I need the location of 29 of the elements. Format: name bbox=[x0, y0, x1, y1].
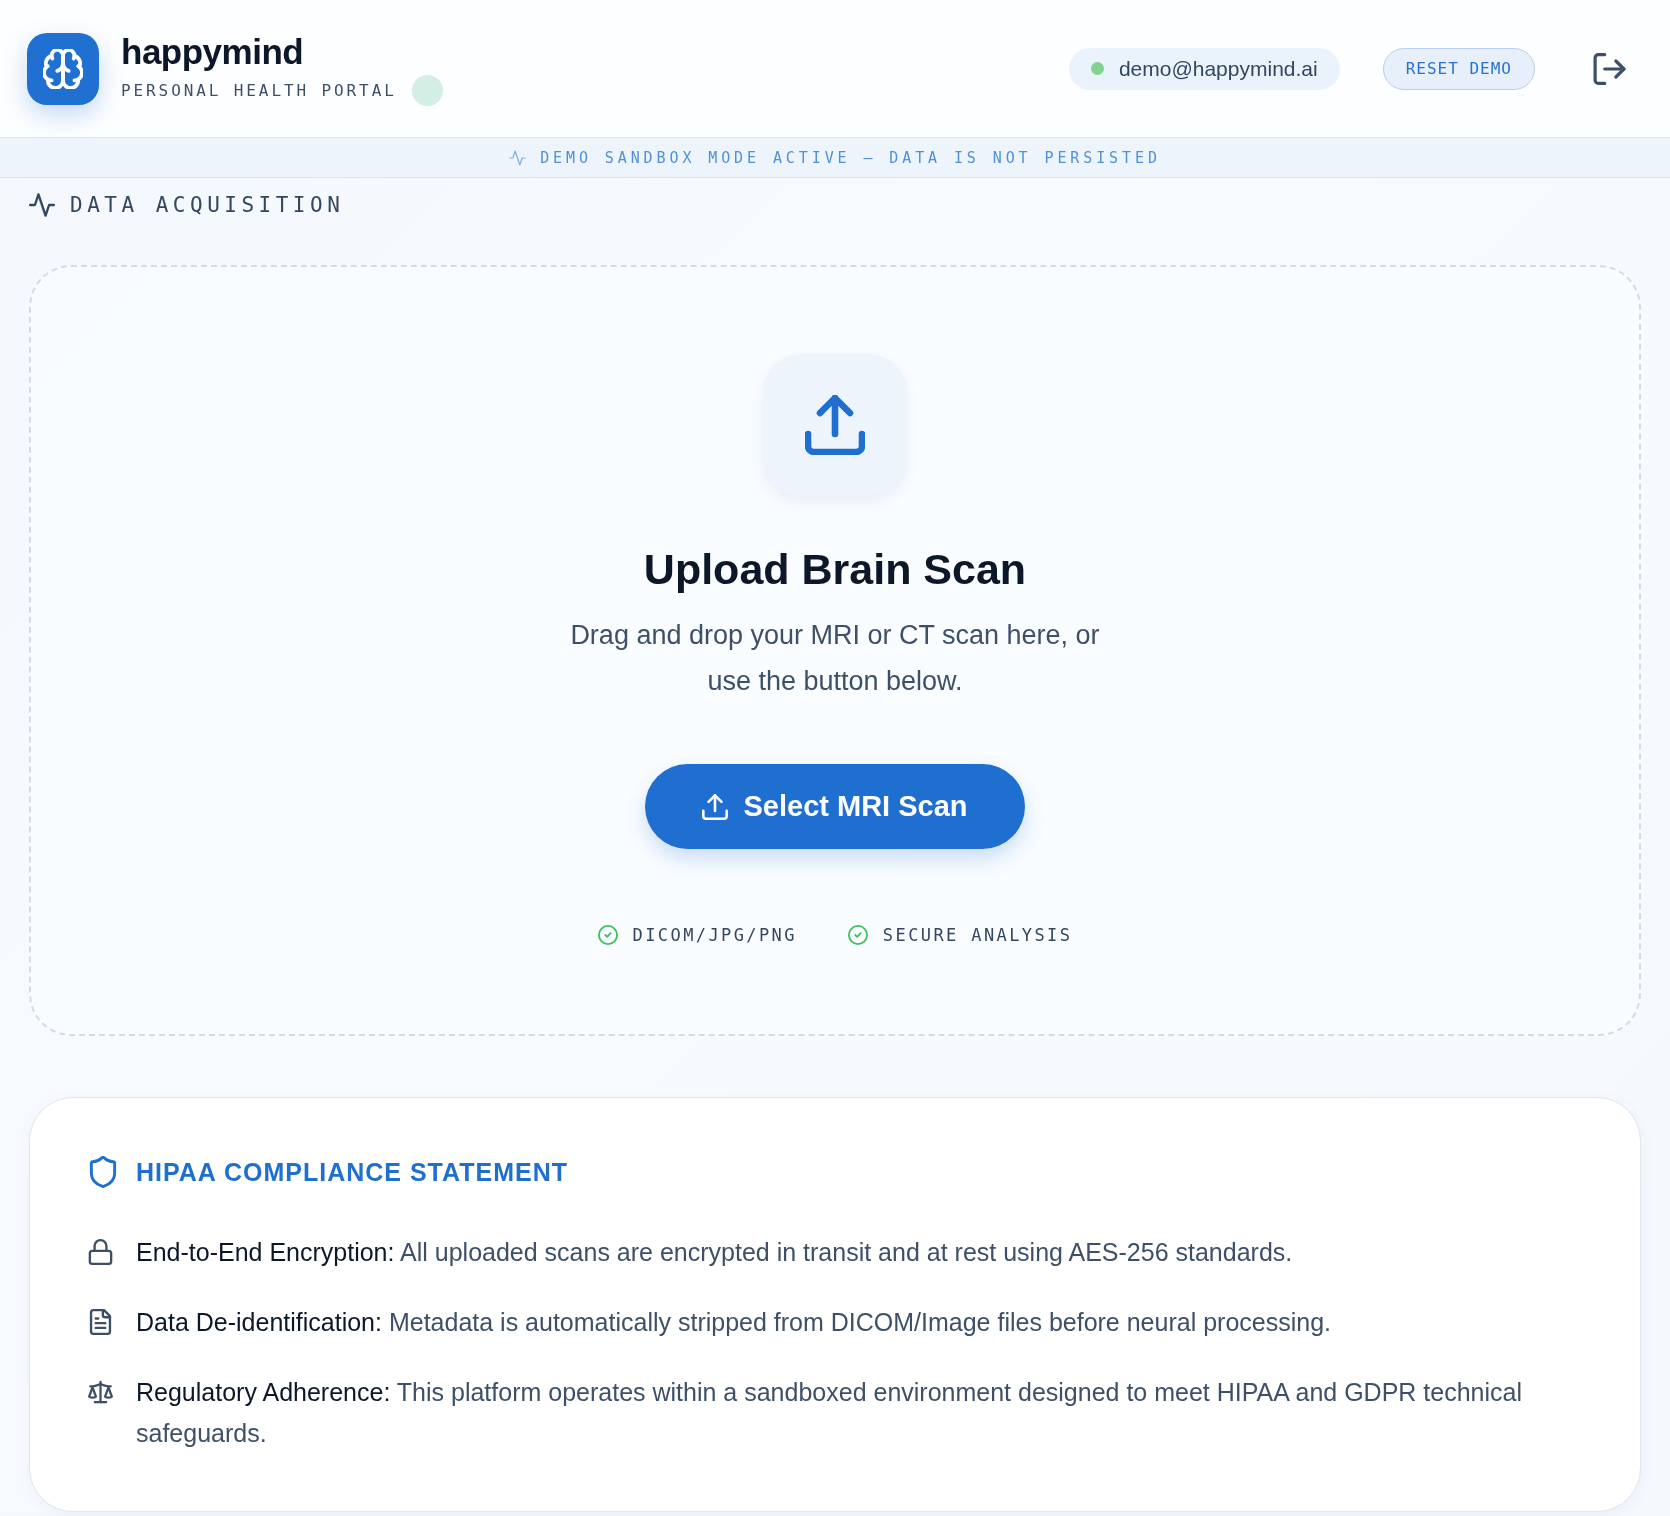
compliance-title: HIPAA COMPLIANCE STATEMENT bbox=[136, 1157, 568, 1188]
section-title: DATA ACQUISITION bbox=[70, 193, 345, 217]
reset-demo-button[interactable]: RESET DEMO bbox=[1382, 47, 1535, 90]
pulse-icon bbox=[509, 149, 527, 166]
dot-icon bbox=[411, 75, 443, 106]
upload-title: Upload Brain Scan bbox=[643, 544, 1027, 595]
compliance-item-text: End-to-End Encryption: All uploaded scans are encrypted in transit and at rest using AES-256 standards. bbox=[136, 1237, 1293, 1268]
check-circle-icon bbox=[597, 925, 618, 945]
banner-text: DEMO SANDBOX MODE ACTIVE — DATA IS NOT PERSISTED bbox=[540, 148, 1161, 167]
select-scan-button[interactable]: Select MRI Scan bbox=[645, 764, 1025, 849]
feature-label: SECURE ANALYSIS bbox=[882, 924, 1073, 947]
check-circle-icon bbox=[847, 925, 868, 945]
user-email: demo@happymind.ai bbox=[1118, 56, 1318, 81]
lock-icon bbox=[88, 1239, 113, 1265]
logout-icon[interactable] bbox=[1592, 52, 1627, 85]
upload-icon bbox=[763, 354, 907, 496]
compliance-item-text: Regulatory Adherence: This platform operates within a sandboxed environment designed to meet HIPAA and GDPR technical safeguards. bbox=[136, 1377, 1523, 1449]
upload-description: Drag and drop your MRI or CT scan here, or use the button below. bbox=[569, 619, 1101, 698]
pulse-icon bbox=[29, 193, 55, 217]
compliance-item-text: Data De-identification: Metadata is automatically stripped from DICOM/Image files before neural processing. bbox=[136, 1307, 1331, 1338]
shield-icon bbox=[89, 1156, 117, 1188]
feature-label: DICOM/JPG/PNG bbox=[632, 924, 797, 947]
upload-icon bbox=[702, 793, 729, 820]
upload-dropzone[interactable]: Upload Brain Scan Drag and drop your MRI or CT scan here, or use the button below. Select MRI Scan DICOM/JPG/PNG SECURE ANALYSIS bbox=[29, 265, 1641, 1036]
app-name: happymind bbox=[121, 33, 305, 71]
brain-logo-icon bbox=[27, 32, 99, 105]
document-icon bbox=[88, 1309, 113, 1335]
app-subtitle: PERSONAL HEALTH PORTAL bbox=[121, 79, 397, 102]
scales-icon bbox=[88, 1379, 113, 1405]
